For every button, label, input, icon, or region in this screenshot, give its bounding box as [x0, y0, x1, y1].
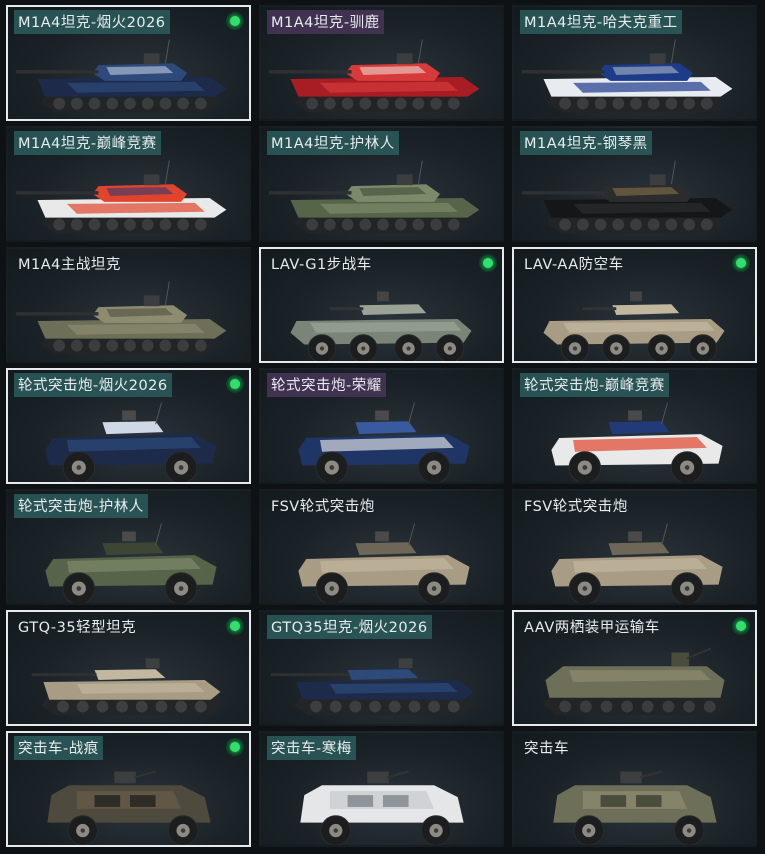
vehicle-card[interactable]: LAV-G1步战车 — [259, 247, 504, 363]
vehicle-image — [514, 394, 755, 482]
green-dot-icon — [230, 742, 240, 752]
vehicle-image — [514, 152, 755, 240]
vehicle-image — [514, 515, 755, 603]
vehicle-image — [261, 394, 502, 482]
vehicle-card[interactable]: 轮式突击炮-护林人 — [6, 489, 251, 605]
vehicle-card[interactable]: M1A4坦克-烟火2026 — [6, 5, 251, 121]
owned-status-icon — [226, 12, 244, 30]
vehicle-image — [514, 636, 755, 724]
vehicle-card[interactable]: GTQ35坦克-烟火2026 — [259, 610, 504, 726]
vehicle-image — [261, 152, 502, 240]
vehicle-card[interactable]: FSV轮式突击炮 — [512, 489, 757, 605]
vehicle-card[interactable]: 轮式突击炮-荣耀 — [259, 368, 504, 484]
vehicle-image — [8, 394, 249, 482]
vehicle-card[interactable]: FSV轮式突击炮 — [259, 489, 504, 605]
green-dot-icon — [230, 621, 240, 631]
vehicle-image — [8, 757, 249, 845]
vehicle-card[interactable]: 突击车-寒梅 — [259, 731, 504, 847]
owned-status-icon — [732, 254, 750, 272]
vehicle-card[interactable]: M1A4坦克-驯鹿 — [259, 5, 504, 121]
green-dot-icon — [736, 258, 746, 268]
vehicle-image — [8, 31, 249, 119]
vehicle-skin-grid: M1A4坦克-烟火2026 M1A4坦克-驯鹿 M1A4坦克-哈夫克重工 M1A4坦克… — [0, 0, 765, 854]
vehicle-card[interactable]: 轮式突击炮-巅峰竞赛 — [512, 368, 757, 484]
owned-status-icon — [226, 738, 244, 756]
vehicle-card[interactable]: M1A4坦克-哈夫克重工 — [512, 5, 757, 121]
vehicle-card[interactable]: 突击车 — [512, 731, 757, 847]
owned-status-icon — [226, 617, 244, 635]
vehicle-image — [261, 273, 502, 361]
vehicle-image — [8, 515, 249, 603]
vehicle-card[interactable]: GTQ-35轻型坦克 — [6, 610, 251, 726]
vehicle-image — [514, 757, 755, 845]
vehicle-card[interactable]: 轮式突击炮-烟火2026 — [6, 368, 251, 484]
green-dot-icon — [230, 379, 240, 389]
green-dot-icon — [483, 258, 493, 268]
vehicle-image — [8, 152, 249, 240]
vehicle-image — [514, 31, 755, 119]
vehicle-card[interactable]: 突击车-战痕 — [6, 731, 251, 847]
owned-status-icon — [732, 617, 750, 635]
vehicle-image — [261, 31, 502, 119]
vehicle-image — [261, 515, 502, 603]
owned-status-icon — [479, 254, 497, 272]
vehicle-card[interactable]: M1A4坦克-钢琴黑 — [512, 126, 757, 242]
vehicle-card[interactable]: M1A4坦克-巅峰竞赛 — [6, 126, 251, 242]
vehicle-image — [261, 636, 502, 724]
vehicle-card[interactable]: AAV两栖装甲运输车 — [512, 610, 757, 726]
green-dot-icon — [230, 16, 240, 26]
vehicle-card[interactable]: LAV-AA防空车 — [512, 247, 757, 363]
green-dot-icon — [736, 621, 746, 631]
vehicle-image — [8, 273, 249, 361]
vehicle-card[interactable]: M1A4坦克-护林人 — [259, 126, 504, 242]
vehicle-image — [8, 636, 249, 724]
owned-status-icon — [226, 375, 244, 393]
vehicle-image — [514, 273, 755, 361]
vehicle-image — [261, 757, 502, 845]
vehicle-card[interactable]: M1A4主战坦克 — [6, 247, 251, 363]
